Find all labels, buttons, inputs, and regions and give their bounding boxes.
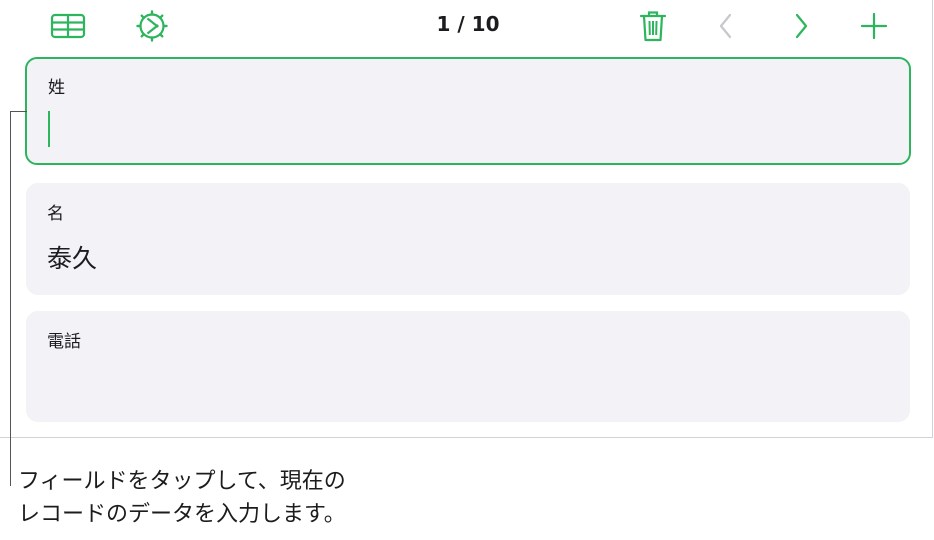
chevron-left-icon	[716, 12, 736, 40]
chevron-right-icon	[791, 12, 811, 40]
record-counter: 1 / 10	[436, 12, 500, 36]
record-settings-button[interactable]	[132, 6, 172, 46]
table-view-button[interactable]	[48, 6, 88, 46]
field-value[interactable]: 泰久	[47, 239, 97, 275]
toolbar: 1 / 10	[0, 0, 932, 52]
callout-line-2: レコードのデータを入力します。	[18, 502, 346, 527]
previous-record-button[interactable]	[706, 6, 746, 46]
callout-leader-tick	[10, 111, 27, 112]
record-settings-icon	[136, 10, 168, 42]
add-record-button[interactable]	[854, 6, 894, 46]
table-grid-icon	[50, 12, 86, 40]
plus-icon	[860, 12, 888, 40]
next-record-button[interactable]	[781, 6, 821, 46]
field-label: 姓	[48, 78, 65, 98]
field-phone[interactable]: 電話	[26, 311, 910, 422]
field-last-name[interactable]: 姓	[25, 57, 911, 165]
callout-leader-line	[10, 111, 11, 486]
text-cursor	[48, 111, 50, 147]
trash-icon	[639, 9, 667, 43]
callout-line-1: フィールドをタップして、現在の	[18, 469, 346, 494]
record-form-panel: 1 / 10 姓 名 泰久 電話	[0, 0, 933, 438]
field-label: 名	[47, 204, 64, 224]
delete-record-button[interactable]	[633, 6, 673, 46]
field-first-name[interactable]: 名 泰久	[26, 183, 910, 295]
callout-text: フィールドをタップして、現在の レコードのデータを入力します。	[18, 465, 438, 531]
field-label: 電話	[47, 332, 81, 352]
